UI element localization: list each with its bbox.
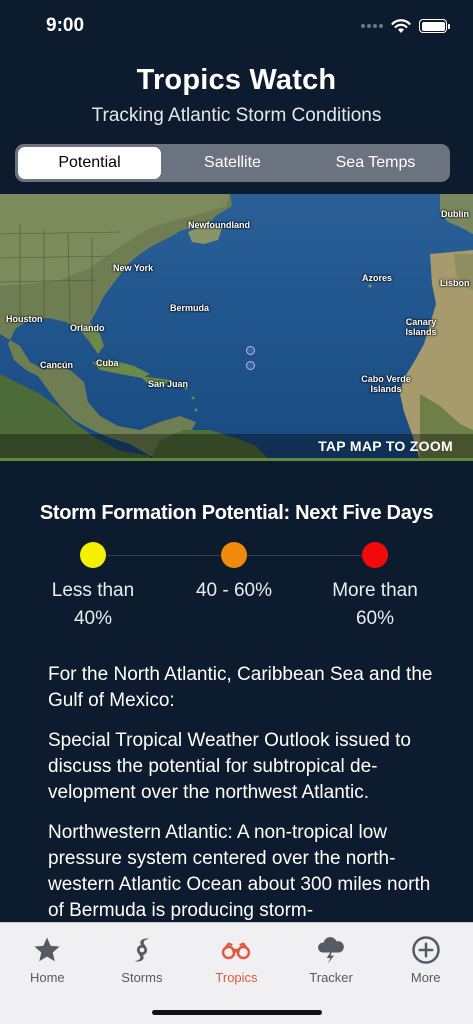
plus-circle-icon xyxy=(409,933,443,967)
map-zoom-hint[interactable]: TAP MAP TO ZOOM xyxy=(0,434,473,458)
tab-label: Home xyxy=(29,970,65,985)
map-label-canary-islands: Canary Islands xyxy=(405,317,437,337)
tab-label: Tracker xyxy=(309,970,353,985)
legend-item-medium: 40 - 60% xyxy=(164,542,304,605)
outlook-paragraph: Special Tropical Weather Outlook issued … xyxy=(48,730,411,803)
legend-dot-orange xyxy=(221,542,247,568)
outlook-text: For the North Atlantic, Caribbean Sea an… xyxy=(48,662,433,938)
tab-label: Storms xyxy=(121,970,163,985)
page-title: Tropics Watch xyxy=(136,64,337,96)
tab-home[interactable]: Home xyxy=(0,923,95,1024)
battery-icon xyxy=(419,19,450,33)
map-label-azores: Azores xyxy=(362,273,393,283)
map-label-san-juan: San Juan xyxy=(148,379,189,389)
legend-dot-red xyxy=(362,542,388,568)
map-label-lisbon: Lisbon xyxy=(440,278,470,288)
map-label-cabo-verde: Cabo Verde Islands xyxy=(361,374,411,394)
segment-satellite[interactable]: Satellite xyxy=(161,147,304,179)
outlook-paragraph: Northwestern Atlantic: A non-tropical lo… xyxy=(48,822,431,921)
segmented-control: Potential Satellite Sea Temps xyxy=(15,144,450,182)
page-subtitle: Tracking Atlantic Storm Conditions xyxy=(91,105,382,126)
status-time: 9:00 xyxy=(46,15,85,36)
hurricane-icon xyxy=(125,933,159,967)
tab-label: More xyxy=(410,970,441,985)
legend-label-high: More than 60% xyxy=(332,580,418,629)
legend-title: Storm Formation Potential: Next Five Day… xyxy=(39,502,434,524)
tropics-map[interactable]: Newfoundland Dublin New York Azores Lisb… xyxy=(0,194,473,461)
legend-label-medium: 40 - 60% xyxy=(195,580,273,601)
wifi-icon xyxy=(391,18,411,33)
storm-location-pin[interactable] xyxy=(246,361,255,370)
status-bar: 9:00 xyxy=(0,0,473,52)
map-label-cuba: Cuba xyxy=(96,358,119,368)
legend-item-low: Less than 40% xyxy=(23,542,163,633)
home-indicator xyxy=(152,1010,322,1015)
map-label-orlando: Orlando xyxy=(70,323,105,333)
map-label-newfoundland: Newfoundland xyxy=(188,220,250,230)
map-label-houston: Houston xyxy=(6,314,43,324)
map-label-dublin: Dublin xyxy=(441,209,469,219)
tab-storms[interactable]: Storms xyxy=(95,923,190,1024)
storm-cloud-icon xyxy=(314,933,348,967)
map-label-bermuda: Bermuda xyxy=(170,303,210,313)
binoculars-icon xyxy=(219,933,253,967)
legend-label-low: Less than 40% xyxy=(51,580,135,629)
map-label-new-york: New York xyxy=(113,263,154,273)
outlook-paragraph: For the North Atlantic, Caribbean Sea an… xyxy=(48,664,433,711)
storm-location-pin[interactable] xyxy=(246,346,255,355)
map-divider xyxy=(0,458,473,461)
segment-sea-temps[interactable]: Sea Temps xyxy=(304,147,447,179)
legend-dot-yellow xyxy=(80,542,106,568)
segment-potential[interactable]: Potential xyxy=(18,147,161,179)
header: Tropics Watch Tracking Atlantic Storm Co… xyxy=(0,64,473,127)
star-icon xyxy=(30,933,64,967)
tab-tracker[interactable]: Tracker xyxy=(284,923,379,1024)
legend-item-high: More than 60% xyxy=(305,542,445,633)
tab-more[interactable]: More xyxy=(378,923,473,1024)
map-label-cancun: Cancún xyxy=(40,360,74,370)
cellular-signal-icon xyxy=(361,24,383,28)
status-icons xyxy=(361,18,450,34)
tab-tropics[interactable]: Tropics xyxy=(189,923,284,1024)
tab-bar: Home Storms Tropics Tracker More xyxy=(0,922,473,1024)
tab-label: Tropics xyxy=(215,970,258,985)
